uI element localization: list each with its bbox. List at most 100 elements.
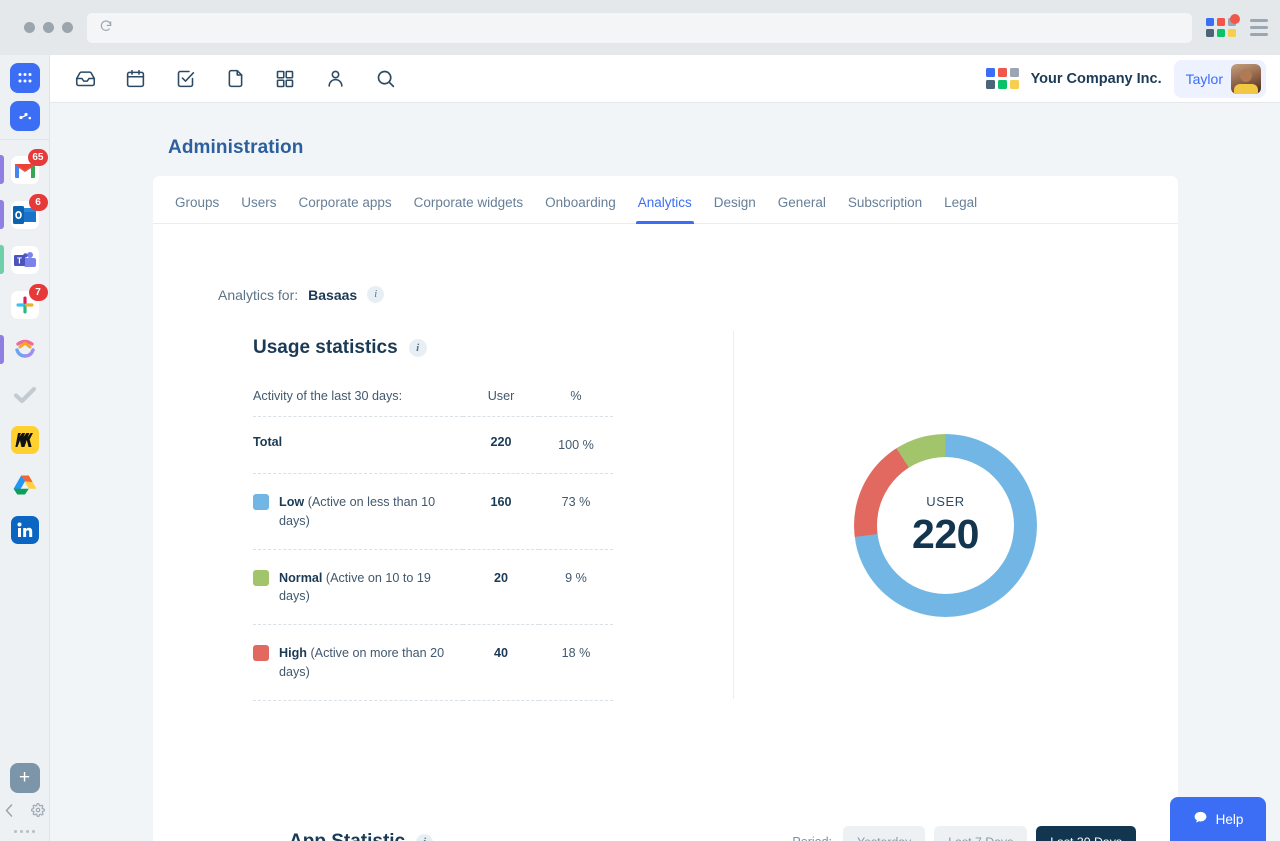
avatar <box>1231 63 1261 94</box>
info-icon[interactable]: i <box>416 833 434 841</box>
document-icon[interactable] <box>218 62 252 96</box>
donut-ring: USER 220 <box>854 434 1037 618</box>
total-label: Total <box>253 415 463 474</box>
svg-text:T: T <box>17 256 22 265</box>
minimize-window-button[interactable] <box>43 22 54 33</box>
legend-swatch-low <box>253 494 269 511</box>
sidebar-item-asana[interactable] <box>0 328 49 371</box>
search-icon[interactable] <box>368 62 402 96</box>
row-label-high: High (Active on more than 20 days) <box>253 624 463 701</box>
legend-swatch-high <box>253 645 269 662</box>
legend-swatch-normal <box>253 569 269 586</box>
tab-groups[interactable]: Groups <box>165 195 229 223</box>
sidebar-item-slack[interactable]: 7 <box>0 283 49 326</box>
tasks-icon[interactable] <box>168 62 202 96</box>
period-selector: Period: Yesterday Last 7 Days Last 30 Da… <box>792 826 1136 841</box>
maximize-window-button[interactable] <box>62 22 73 33</box>
address-bar[interactable] <box>87 12 1192 43</box>
section-divider <box>733 331 734 699</box>
table-header-row: Activity of the last 30 days: User % <box>253 389 613 417</box>
apps-grid-icon[interactable] <box>1206 14 1240 37</box>
top-navigation-bar: Your Company Inc. Taylor <box>50 55 1280 103</box>
col-user: User <box>487 389 515 403</box>
add-app-button[interactable]: + <box>9 763 40 793</box>
slack-icon: 7 <box>10 283 48 319</box>
row-pct-high: 18 % <box>539 624 613 701</box>
check-icon <box>11 381 39 409</box>
rail-top-section <box>0 55 49 140</box>
tab-design[interactable]: Design <box>704 195 766 223</box>
drag-handle-icon[interactable] <box>14 830 35 833</box>
company-identity: Your Company Inc. <box>985 68 1162 89</box>
workspace-button[interactable] <box>9 101 40 131</box>
apps-launcher-button[interactable] <box>9 63 40 93</box>
row-name-high: High <box>279 646 307 661</box>
chat-bubble-icon <box>1193 810 1208 828</box>
row-pct-low: 73 % <box>539 473 613 550</box>
microsoft-teams-icon: T <box>10 245 39 274</box>
tab-onboarding[interactable]: Onboarding <box>535 195 626 223</box>
sidebar-item-outlook[interactable]: 6 <box>0 193 49 236</box>
period-last-30-days-button[interactable]: Last 30 Days <box>1036 826 1136 841</box>
hamburger-menu-icon[interactable] <box>1250 19 1268 36</box>
miro-icon <box>10 425 39 454</box>
sidebar-item-miro[interactable] <box>0 418 49 461</box>
row-pct-normal: 9 % <box>539 548 613 625</box>
tab-legal[interactable]: Legal <box>934 195 987 223</box>
tab-analytics[interactable]: Analytics <box>628 195 702 224</box>
app-statistic-section: App Statistic i Period: Yesterday Last 7… <box>289 826 1136 841</box>
sidebar-item-linkedin[interactable] <box>0 508 49 551</box>
usage-statistics-heading: Usage statistics <box>253 337 398 358</box>
usage-statistics-panel: Usage statistics i Activity of the last … <box>153 337 683 701</box>
row-name-normal: Normal <box>279 570 323 585</box>
contacts-icon[interactable] <box>318 62 352 96</box>
rail-app-list: 65 6 T 7 <box>0 140 49 763</box>
reload-icon[interactable] <box>99 19 113 36</box>
donut-center-value: 220 <box>912 510 979 557</box>
help-button-label: Help <box>1215 811 1244 827</box>
tab-general[interactable]: General <box>768 195 836 223</box>
usage-statistics-table: Activity of the last 30 days: User % Tot… <box>253 389 613 701</box>
inbox-icon[interactable] <box>68 62 102 96</box>
table-footer-rule <box>253 700 613 701</box>
gmail-icon: 65 <box>10 148 48 184</box>
nav-icon-group <box>60 62 402 96</box>
table-row: Normal (Active on 10 to 19 days) 20 9 % <box>253 548 613 625</box>
chevron-left-icon[interactable] <box>5 803 13 820</box>
tab-corporate-apps[interactable]: Corporate apps <box>289 195 402 223</box>
col-percent: % <box>570 389 582 403</box>
calendar-icon[interactable] <box>118 62 152 96</box>
apps-grid-icon[interactable] <box>268 62 302 96</box>
sidebar-item-gmail[interactable]: 65 <box>0 148 49 191</box>
tab-subscription[interactable]: Subscription <box>838 195 932 223</box>
linkedin-icon <box>10 515 39 544</box>
sidebar-item-todoist[interactable] <box>0 373 49 416</box>
sidebar-item-microsoft-teams[interactable]: T <box>0 238 49 281</box>
period-yesterday-button[interactable]: Yesterday <box>843 826 926 841</box>
rail-controls <box>5 803 45 820</box>
tab-users[interactable]: Users <box>231 195 286 223</box>
outlook-icon: 6 <box>10 193 48 229</box>
page-content: Administration Groups Users Corporate ap… <box>50 103 1280 841</box>
info-icon[interactable]: i <box>408 339 427 357</box>
analytics-scope: Analytics for: Basaas i <box>153 224 1178 303</box>
gear-icon[interactable] <box>30 803 45 820</box>
browser-chrome <box>0 0 1280 55</box>
analytics-for-label: Analytics for: <box>218 286 299 303</box>
usage-donut-chart: USER 220 <box>683 337 1178 701</box>
sidebar-item-google-drive[interactable] <box>0 463 49 506</box>
user-menu-button[interactable]: Taylor <box>1173 59 1266 98</box>
table-row: High (Active on more than 20 days) 40 18… <box>253 624 613 701</box>
info-icon[interactable]: i <box>367 286 385 303</box>
help-button[interactable]: Help <box>1170 797 1266 841</box>
tab-corporate-widgets[interactable]: Corporate widgets <box>404 195 534 223</box>
close-window-button[interactable] <box>24 22 35 33</box>
row-label-normal: Normal (Active on 10 to 19 days) <box>253 548 463 625</box>
page-title: Administration <box>168 137 304 158</box>
period-last-7-days-button[interactable]: Last 7 Days <box>934 826 1028 841</box>
slack-unread-badge: 7 <box>28 283 48 301</box>
period-label: Period: <box>792 835 832 841</box>
window-traffic-lights[interactable] <box>24 22 73 33</box>
asana-icon <box>11 336 39 364</box>
gmail-unread-badge: 65 <box>28 148 48 166</box>
